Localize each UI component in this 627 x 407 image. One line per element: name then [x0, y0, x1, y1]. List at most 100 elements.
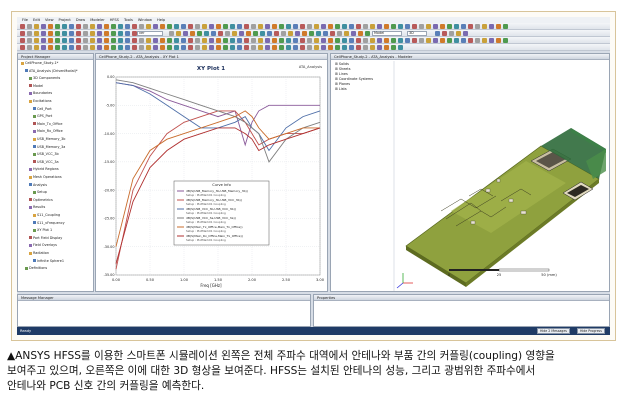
toolbar-button-icon[interactable]	[176, 31, 181, 36]
toolbar-button-icon[interactable]	[251, 38, 256, 43]
tree-item[interactable]: Main_Tx_Office	[33, 122, 62, 126]
toolbar-button-icon[interactable]	[76, 24, 81, 29]
toolbar-button-icon[interactable]	[195, 38, 200, 43]
toolbar-button-icon[interactable]	[104, 24, 109, 29]
toolbar-button-icon[interactable]	[55, 38, 60, 43]
toolbar-button-icon[interactable]	[90, 31, 95, 36]
toolbar-button-icon[interactable]	[83, 31, 88, 36]
toolbar-button-icon[interactable]	[27, 24, 32, 29]
toolbar-button-icon[interactable]	[69, 31, 74, 36]
toolbar-button-icon[interactable]	[27, 45, 32, 50]
toolbar-button-icon[interactable]	[356, 38, 361, 43]
tree-item[interactable]: Boundaries	[29, 91, 52, 95]
toolbar-button-icon[interactable]	[349, 45, 354, 50]
toolbar-button-icon[interactable]	[218, 31, 223, 36]
toolbar-button-icon[interactable]	[335, 45, 340, 50]
toolbar-button-icon[interactable]	[27, 31, 32, 36]
toolbar-button-icon[interactable]	[62, 24, 67, 29]
toolbar-button-icon[interactable]	[426, 38, 431, 43]
toolbar-button-icon[interactable]	[62, 31, 67, 36]
toolbar-button-icon[interactable]	[377, 45, 382, 50]
toolbar-button-icon[interactable]	[132, 45, 137, 50]
tree-item[interactable]: ATA_Analysis (DrivenModal)*	[25, 69, 78, 73]
tree-item[interactable]: Field Overlays	[29, 243, 57, 247]
toolbar-button-icon[interactable]	[181, 24, 186, 29]
toolbar-button-icon[interactable]	[302, 31, 307, 36]
toolbar-button-icon[interactable]	[279, 45, 284, 50]
tree-item[interactable]: Excitations	[29, 99, 52, 103]
toolbar-button-icon[interactable]	[34, 24, 39, 29]
tree-item[interactable]: Main_Rx_Office	[33, 129, 63, 133]
toolbar-button-icon[interactable]	[456, 31, 461, 36]
toolbar-button-icon[interactable]	[300, 45, 305, 50]
toolbar-button-icon[interactable]	[139, 45, 144, 50]
toolbar-button-icon[interactable]	[246, 31, 251, 36]
toolbar-button-icon[interactable]	[286, 45, 291, 50]
toolbar-button-icon[interactable]	[351, 31, 356, 36]
toolbar-button-icon[interactable]	[370, 38, 375, 43]
toolbar-button-icon[interactable]	[83, 38, 88, 43]
toolbar-button-icon[interactable]	[260, 31, 265, 36]
toolbar-button-icon[interactable]	[183, 31, 188, 36]
toolbar-button-icon[interactable]	[69, 24, 74, 29]
tree-item[interactable]: GPS_Port	[33, 114, 52, 118]
toolbar-button-icon[interactable]	[384, 24, 389, 29]
toolbar-button-icon[interactable]	[330, 31, 335, 36]
toolbar-button-icon[interactable]	[265, 24, 270, 29]
toolbar-button-icon[interactable]	[90, 24, 95, 29]
toolbar-button-icon[interactable]	[146, 38, 151, 43]
toolbar-button-icon[interactable]	[468, 38, 473, 43]
toolbar-button-icon[interactable]	[274, 31, 279, 36]
toolbar-button-icon[interactable]	[118, 45, 123, 50]
tree-item[interactable]: XY Plot 1	[33, 228, 52, 232]
toolbar-button-icon[interactable]	[167, 38, 172, 43]
toolbar-button-icon[interactable]	[267, 31, 272, 36]
toolbar-button-icon[interactable]	[251, 45, 256, 50]
toolbar-button-icon[interactable]	[272, 38, 277, 43]
toolbar-button-icon[interactable]	[76, 38, 81, 43]
toolbar-button-icon[interactable]	[237, 38, 242, 43]
toolbar-button-icon[interactable]	[153, 38, 158, 43]
toolbar-button-icon[interactable]	[337, 31, 342, 36]
toolbar-button-icon[interactable]	[328, 45, 333, 50]
toolbar-button-icon[interactable]	[314, 24, 319, 29]
toolbar-button-icon[interactable]	[216, 38, 221, 43]
toolbar-button-icon[interactable]	[398, 45, 403, 50]
toolbar-button-icon[interactable]	[307, 38, 312, 43]
tree-item[interactable]: USB_Memory_3a	[33, 145, 65, 149]
toolbar-button-icon[interactable]	[316, 31, 321, 36]
tree-item[interactable]: Cell_Port	[33, 107, 52, 111]
tree-item[interactable]: CellPhone_Study-1*	[21, 61, 58, 65]
toolbar-button-icon[interactable]	[454, 24, 459, 29]
toolbar-button-icon[interactable]	[281, 31, 286, 36]
toolbar-button-icon[interactable]	[293, 45, 298, 50]
toolbar-button-icon[interactable]	[377, 38, 382, 43]
toolbar-button-icon[interactable]	[104, 31, 109, 36]
toolbar-button-icon[interactable]	[412, 24, 417, 29]
tree-item[interactable]: Infinite Sphere1	[33, 259, 64, 263]
toolbar-button-icon[interactable]	[69, 45, 74, 50]
toolbar-button-icon[interactable]	[482, 38, 487, 43]
toolbar-button-icon[interactable]	[211, 31, 216, 36]
toolbar-button-icon[interactable]	[167, 45, 172, 50]
toolbar-button-icon[interactable]	[323, 31, 328, 36]
tree-item[interactable]: USB_VCC_3a	[33, 160, 59, 164]
toolbar-button-icon[interactable]	[365, 31, 370, 36]
toolbar-button-icon[interactable]	[160, 24, 165, 29]
toolbar-button-icon[interactable]	[62, 38, 67, 43]
toolbar-button-icon[interactable]	[27, 38, 32, 43]
curve-info-legend[interactable]: Curve InfodB(S(USB_Memory_3b,USB_Memory_…	[173, 180, 270, 246]
pcb-3d-model[interactable]: 0 25 50 (mm)	[331, 61, 609, 292]
toolbar-button-icon[interactable]	[48, 31, 53, 36]
toolbar-button-icon[interactable]	[363, 45, 368, 50]
toolbar-button-icon[interactable]	[223, 38, 228, 43]
toolbar-button-icon[interactable]	[398, 24, 403, 29]
toolbar-button-icon[interactable]	[272, 45, 277, 50]
toolbar-button-icon[interactable]	[279, 24, 284, 29]
toolbar-button-icon[interactable]	[225, 31, 230, 36]
toolbar-button-icon[interactable]	[265, 38, 270, 43]
toolbar-button-icon[interactable]	[286, 24, 291, 29]
toolbar-button-icon[interactable]	[237, 45, 242, 50]
toolbar-button-icon[interactable]	[90, 45, 95, 50]
tree-item[interactable]: S11_vFrequency	[33, 221, 65, 225]
